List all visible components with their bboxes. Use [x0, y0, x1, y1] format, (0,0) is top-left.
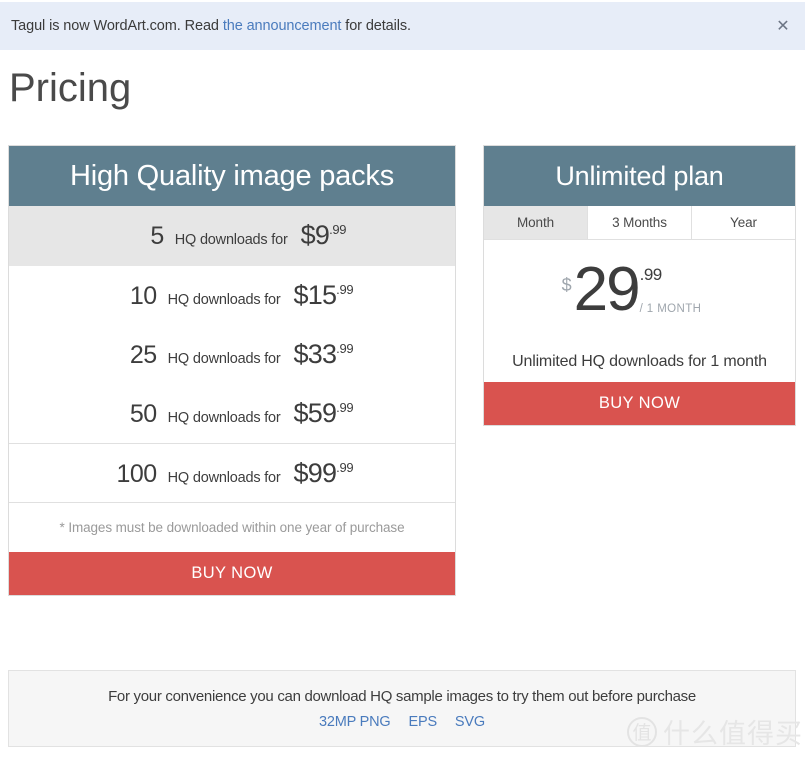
announcement-bar: Tagul is now WordArt.com. Read the annou…: [0, 2, 805, 50]
pack-quantity: 25: [129, 341, 157, 369]
pack-price-cents: .99: [329, 222, 347, 237]
tab-year[interactable]: Year: [692, 206, 795, 239]
pack-label: HQ downloads for: [167, 351, 281, 367]
pack-label: HQ downloads for: [167, 410, 281, 426]
pack-label: HQ downloads for: [167, 470, 281, 486]
pack-quantity: 5: [150, 222, 164, 250]
announcement-text-before: Tagul is now WordArt.com. Read: [11, 18, 223, 34]
pack-label: HQ downloads for: [174, 232, 288, 248]
pack-price: $9.99: [301, 220, 347, 251]
pack-quantity: 50: [129, 400, 157, 428]
pack-price-dollars: $15: [293, 280, 337, 310]
unlimited-buy-now-button[interactable]: BUY NOW: [484, 382, 795, 425]
unlimited-plan-header: Unlimited plan: [484, 146, 795, 206]
price-period: / 1 MONTH: [639, 303, 702, 316]
pack-price-dollars: $59: [293, 398, 337, 428]
packs-buy-now-button[interactable]: BUY NOW: [9, 552, 455, 595]
price-cents: .99: [639, 265, 663, 285]
unlimited-description: Unlimited HQ downloads for 1 month: [512, 352, 767, 370]
pack-price: $59.99: [294, 398, 354, 429]
sample-link-32mp-png[interactable]: 32MP PNG: [319, 714, 391, 730]
pack-label: HQ downloads for: [167, 292, 281, 308]
pack-price: $15.99: [294, 280, 354, 311]
table-row[interactable]: 5 HQ downloads for $9.99: [9, 206, 455, 266]
pack-price-cents: .99: [336, 460, 354, 475]
pack-price-dollars: $99: [293, 458, 337, 488]
image-packs-panel: High Quality image packs 5 HQ downloads …: [8, 145, 456, 596]
image-packs-header: High Quality image packs: [9, 146, 455, 206]
sample-downloads-text: For your convenience you can download HQ…: [108, 687, 696, 705]
pack-quantity: 10: [129, 282, 157, 310]
pack-price-cents: .99: [336, 341, 354, 356]
tab-3-months[interactable]: 3 Months: [588, 206, 692, 239]
announcement-text: Tagul is now WordArt.com. Read the annou…: [11, 18, 411, 34]
pack-quantity: 100: [116, 460, 157, 488]
pack-price-dollars: $33: [293, 339, 337, 369]
tab-month[interactable]: Month: [484, 206, 588, 239]
table-row[interactable]: 50 HQ downloads for $59.99: [9, 384, 455, 443]
pack-price-cents: .99: [336, 400, 354, 415]
table-row[interactable]: 100 HQ downloads for $99.99: [9, 443, 455, 502]
unlimited-plan-panel: Unlimited plan Month 3 Months Year $ 29 …: [483, 145, 796, 426]
table-row[interactable]: 25 HQ downloads for $33.99: [9, 325, 455, 384]
pack-price: $99.99: [294, 458, 354, 489]
table-row[interactable]: 10 HQ downloads for $15.99: [9, 266, 455, 325]
billing-period-tabs: Month 3 Months Year: [484, 206, 795, 240]
price-amount: 29: [573, 255, 641, 325]
sample-link-svg[interactable]: SVG: [455, 714, 485, 730]
close-icon[interactable]: ✕: [773, 16, 793, 36]
pack-price-cents: .99: [336, 282, 354, 297]
packs-footnote: * Images must be downloaded within one y…: [9, 502, 455, 552]
price-currency-symbol: $: [561, 275, 572, 296]
pack-price-dollars: $9: [300, 220, 330, 250]
price-superscript-group: .99 / 1 MONTH: [640, 265, 702, 315]
sample-downloads-box: For your convenience you can download HQ…: [8, 670, 796, 747]
sample-downloads-links: 32MP PNG EPS SVG: [319, 714, 485, 730]
announcement-text-after: for details.: [341, 18, 411, 34]
unlimited-price-block: $ 29 .99 / 1 MONTH: [484, 240, 795, 341]
sample-link-eps[interactable]: EPS: [409, 714, 438, 730]
pack-price: $33.99: [294, 339, 354, 370]
page-title: Pricing: [9, 66, 132, 110]
announcement-link[interactable]: the announcement: [223, 18, 342, 34]
